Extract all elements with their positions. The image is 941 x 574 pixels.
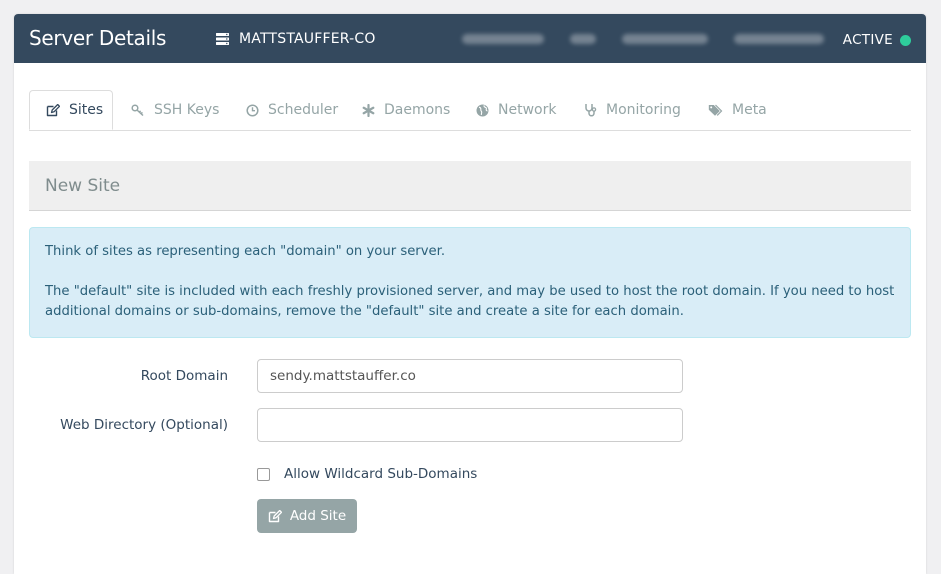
server-details-panel: Server Details MATTSTAUFFER-CO ACTIVE Si… xyxy=(14,14,926,574)
section-header: New Site xyxy=(29,161,911,211)
redacted-server-info xyxy=(462,34,824,44)
stethoscope-icon xyxy=(585,104,597,117)
clock-icon xyxy=(246,103,259,117)
tab-label: Scheduler xyxy=(268,102,339,118)
tab-network[interactable]: Network xyxy=(476,90,556,130)
root-domain-input[interactable] xyxy=(257,359,683,393)
edit-icon xyxy=(46,103,60,116)
wildcard-option[interactable]: Allow Wildcard Sub-Domains xyxy=(257,466,477,482)
info-text-2: The "default" site is included with each… xyxy=(45,284,895,319)
globe-icon xyxy=(476,104,489,116)
wildcard-label: Allow Wildcard Sub-Domains xyxy=(284,466,478,482)
section-title: New Site xyxy=(45,176,121,196)
edit-icon xyxy=(268,509,282,522)
asterisk-icon xyxy=(362,103,375,117)
key-icon xyxy=(131,103,144,116)
server-icon xyxy=(216,33,229,45)
add-site-label: Add Site xyxy=(289,508,347,524)
web-directory-input[interactable] xyxy=(257,408,683,442)
tab-meta[interactable]: Meta xyxy=(708,90,767,130)
tags-icon xyxy=(708,104,723,116)
tab-label: Monitoring xyxy=(606,102,681,118)
status-label: ACTIVE xyxy=(842,32,893,48)
tab-label: Daemons xyxy=(384,102,451,118)
redacted-ip xyxy=(734,34,824,44)
tab-daemons[interactable]: Daemons xyxy=(362,90,450,130)
tab-monitoring[interactable]: Monitoring xyxy=(584,90,681,130)
info-text-1: Think of sites as representing each "dom… xyxy=(45,244,446,259)
server-name-label: MATTSTAUFFER-CO xyxy=(239,31,376,47)
info-alert: Think of sites as representing each "dom… xyxy=(29,227,911,338)
server-name: MATTSTAUFFER-CO xyxy=(216,31,376,47)
tab-label: Sites xyxy=(69,102,104,118)
tab-label: Network xyxy=(498,102,557,118)
add-site-button[interactable]: Add Site xyxy=(257,499,357,533)
wildcard-checkbox[interactable] xyxy=(257,468,270,481)
redacted-provider xyxy=(622,34,708,44)
root-domain-label: Root Domain xyxy=(140,368,228,384)
tab-scheduler[interactable]: Scheduler xyxy=(246,90,338,130)
page-title: Server Details xyxy=(29,26,167,50)
redacted-region xyxy=(462,34,544,44)
tab-label: Meta xyxy=(732,102,767,118)
tab-ssh-keys[interactable]: SSH Keys xyxy=(131,90,219,130)
server-status: ACTIVE xyxy=(843,32,911,48)
panel-header: Server Details MATTSTAUFFER-CO ACTIVE xyxy=(14,14,926,63)
redacted-size xyxy=(570,34,596,44)
status-indicator xyxy=(900,34,911,46)
web-directory-label: Web Directory (Optional) xyxy=(60,417,228,433)
tab-bar: Sites SSH Keys Scheduler Daemons Network… xyxy=(29,90,911,131)
tab-label: SSH Keys xyxy=(154,102,220,118)
tab-sites[interactable]: Sites xyxy=(29,90,113,130)
